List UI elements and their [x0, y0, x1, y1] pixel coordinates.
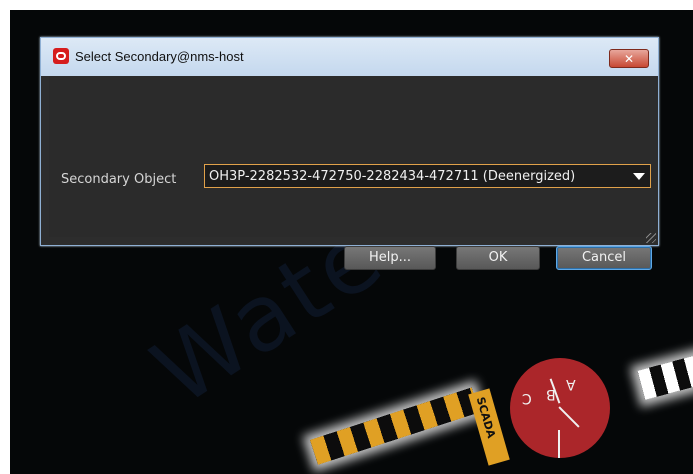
- phase-label-a: A: [566, 376, 576, 392]
- conductor-segment-left[interactable]: [310, 387, 480, 465]
- oracle-app-icon: [53, 48, 69, 64]
- scada-label: SCADA: [473, 395, 498, 440]
- dropdown-arrow-icon[interactable]: [633, 173, 645, 180]
- close-button[interactable]: ✕: [609, 49, 649, 68]
- phase-label-c: C: [522, 390, 532, 406]
- scada-tag[interactable]: SCADA: [468, 388, 510, 466]
- secondary-object-dropdown[interactable]: OH3P-2282532-472750-2282434-472711 (Deen…: [204, 164, 651, 188]
- cancel-button[interactable]: Cancel: [556, 246, 652, 270]
- resize-grip-icon[interactable]: [646, 233, 656, 243]
- phase-device-symbol[interactable]: A B C: [510, 358, 610, 458]
- dialog-body: Secondary Object OH3P-2282532-472750-228…: [49, 76, 652, 270]
- select-secondary-dialog: Select Secondary@nms-host ✕ Secondary Ob…: [40, 37, 659, 270]
- dialog-title: Select Secondary@nms-host: [75, 49, 244, 64]
- dialog-title-bar[interactable]: Select Secondary@nms-host ✕: [41, 38, 658, 76]
- help-button[interactable]: Help...: [344, 246, 436, 270]
- phase-line: [558, 430, 560, 458]
- conductor-segment-right[interactable]: [637, 350, 693, 400]
- selected-secondary-object: OH3P-2282532-472750-2282434-472711 (Deen…: [209, 169, 576, 184]
- secondary-object-label: Secondary Object: [61, 172, 177, 187]
- close-icon: ✕: [623, 52, 635, 66]
- ok-button[interactable]: OK: [456, 246, 540, 270]
- phase-line: [558, 406, 580, 428]
